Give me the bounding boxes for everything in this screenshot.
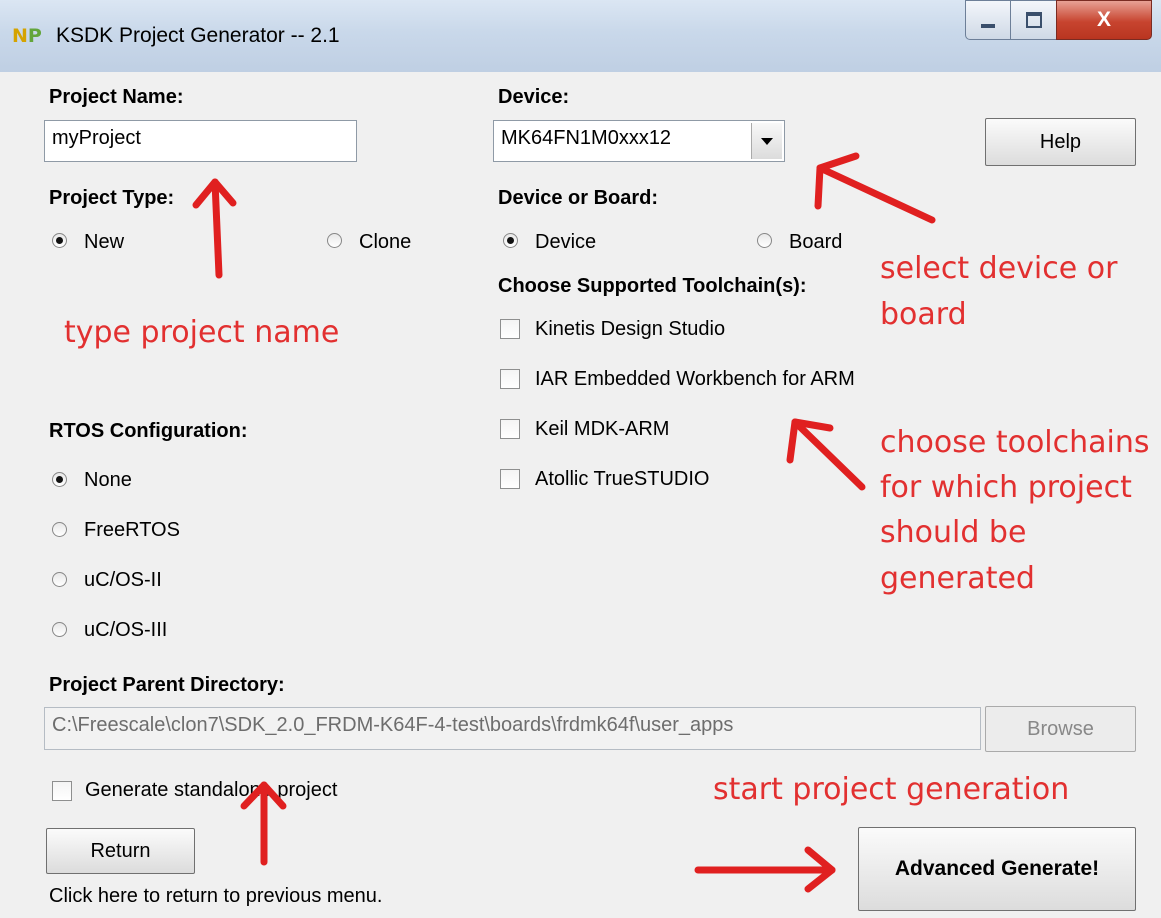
- arrow-to-device-select: [814, 152, 936, 224]
- project-generator-window: NP KSDK Project Generator -- 2.1 X Proje…: [0, 0, 1161, 918]
- arrow-to-toolchains: [786, 418, 866, 491]
- arrow-to-project-name: [192, 178, 237, 279]
- annotation-arrows: [192, 152, 936, 893]
- arrow-to-standalone: [240, 781, 287, 866]
- arrow-to-generate-button: [694, 846, 836, 893]
